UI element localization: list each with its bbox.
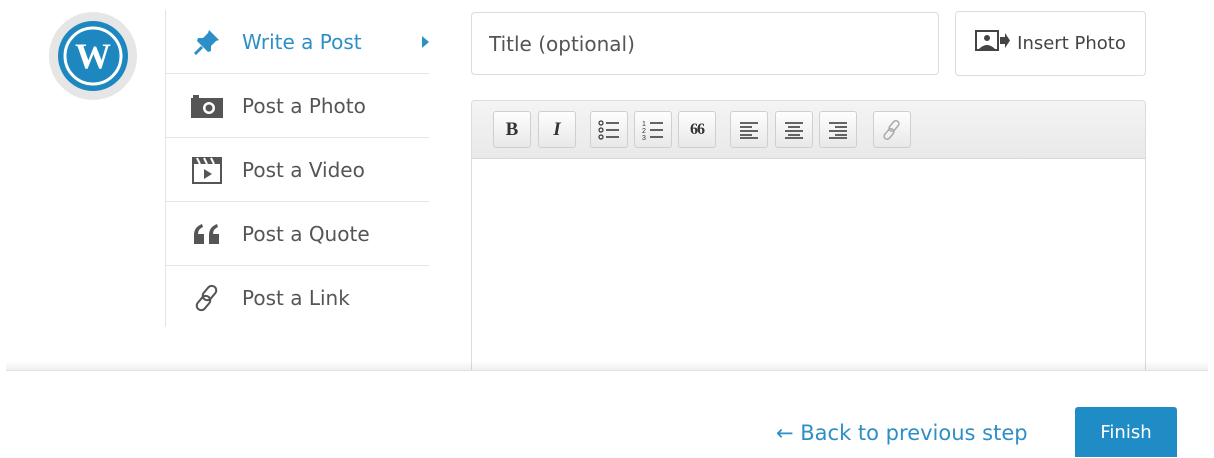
align-center-button[interactable]: [775, 111, 813, 148]
numbered-list-icon: 1 2 3: [642, 121, 663, 141]
insert-link-button[interactable]: [873, 111, 911, 148]
sidebar-item-label: Post a Quote: [242, 221, 370, 246]
svg-text:3: 3: [642, 135, 646, 141]
align-center-icon: [785, 121, 803, 139]
bullet-list-icon: [598, 119, 619, 140]
chevron-right-icon: [422, 35, 429, 48]
sidebar-item-write-post[interactable]: Write a Post: [166, 10, 429, 74]
post-editor: B I 1 2 3 66: [471, 100, 1146, 380]
wordpress-logo: W: [49, 12, 137, 100]
sidebar-item-label: Post a Photo: [242, 93, 366, 118]
bold-button[interactable]: B: [493, 111, 531, 148]
sidebar-item-post-photo[interactable]: Post a Photo: [166, 74, 429, 138]
svg-text:2: 2: [642, 128, 646, 135]
bold-label: B: [505, 118, 519, 140]
numbered-list-button[interactable]: 1 2 3: [634, 111, 672, 148]
quote-icon: [190, 217, 224, 251]
post-type-menu: Write a Post Post a Photo Post a Video P…: [165, 10, 429, 327]
insert-photo-button[interactable]: Insert Photo: [955, 11, 1146, 76]
link-icon: [190, 281, 224, 315]
align-left-button[interactable]: [730, 111, 768, 148]
sidebar-item-label: Write a Post: [242, 29, 362, 54]
wordpress-logo-icon: W: [58, 21, 128, 91]
camera-icon: [190, 89, 224, 123]
sidebar-item-post-link[interactable]: Post a Link: [166, 266, 429, 329]
insert-photo-label: Insert Photo: [1017, 33, 1126, 54]
italic-button[interactable]: I: [538, 111, 576, 148]
quote-icon: 66: [690, 120, 705, 138]
footer-bar: [6, 370, 1208, 458]
sidebar-item-post-video[interactable]: Post a Video: [166, 138, 429, 202]
bullet-list-button[interactable]: [590, 111, 628, 148]
svg-text:1: 1: [642, 121, 646, 128]
sidebar-item-post-quote[interactable]: Post a Quote: [166, 202, 429, 266]
svg-text:W: W: [75, 36, 111, 76]
align-left-icon: [740, 121, 758, 139]
insert-image-icon: [975, 30, 1011, 57]
link-icon: [883, 119, 900, 140]
finish-button[interactable]: Finish: [1075, 407, 1177, 457]
blockquote-button[interactable]: 66: [678, 111, 716, 148]
back-to-previous-step-link[interactable]: ← Back to previous step: [776, 421, 1028, 445]
editor-toolbar: B I 1 2 3 66: [472, 101, 1145, 159]
title-input[interactable]: [471, 12, 939, 75]
sidebar-item-label: Post a Video: [242, 157, 365, 182]
sidebar-item-label: Post a Link: [242, 285, 350, 310]
post-body-editor[interactable]: [472, 159, 1145, 380]
italic-label: I: [553, 118, 561, 140]
align-right-icon: [829, 121, 847, 139]
pin-icon: [190, 25, 224, 59]
align-right-button[interactable]: [819, 111, 857, 148]
video-icon: [190, 153, 224, 187]
